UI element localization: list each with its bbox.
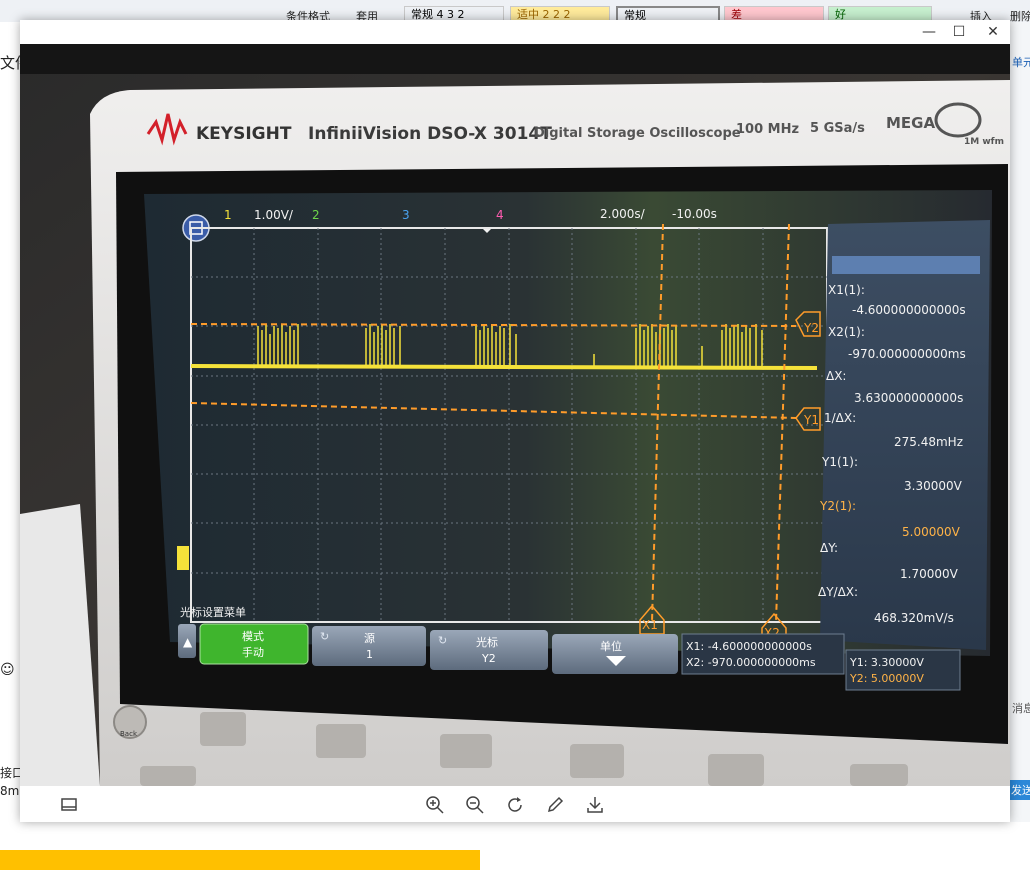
readout-x2: X2: -970.000000000ms [686,656,816,669]
cell-label: 单元 [1012,56,1030,69]
x1-label: X1(1): [828,283,865,297]
softkey-source-bottom: 1 [366,648,373,661]
scope-brand: KEYSIGHT [196,124,292,144]
minimize-button[interactable]: — [914,22,944,42]
oscilloscope-photo: KEYSIGHT InfiniiVision DSO-X 3014T Digit… [20,44,1010,786]
photo-top-shadow [20,44,1010,74]
scope-sample-rate: 5 GSa/s [810,121,865,136]
background-right: 单元 消息 发送 [1010,22,1030,822]
size-label: 8m [0,784,20,798]
download-icon[interactable] [584,794,606,816]
maximize-button[interactable]: ☐ [944,22,974,42]
x1-cursor-label: X1 [642,618,658,632]
ch3-label[interactable]: 3 [402,208,410,222]
hardkey-4[interactable] [570,744,624,778]
delta-y-over-delta-x-label: ΔY/ΔX: [818,585,858,599]
delta-y-value: 1.70000V [900,567,959,581]
time-offset: -10.00s [672,207,717,221]
readout-y1: Y1: 3.30000V [849,656,924,669]
y1-cursor-label: Y1 [803,413,819,427]
emoji-icon[interactable]: ☺ [0,662,15,678]
softkey-mode-bottom: 手动 [242,645,264,659]
ch1-scale: 1.00V/ [254,208,294,222]
y2-panel-value: 5.00000V [902,525,961,539]
softkey-source-top: 源 [364,631,375,645]
edit-pencil-icon[interactable] [544,794,566,816]
message-label: 消息 [1012,702,1030,715]
rotate-knob-icon: ↻ [438,634,447,647]
y1-panel-label: Y1(1): [821,455,858,469]
megazoom-logo: MEGA [886,114,935,132]
hardkey-3[interactable] [440,734,492,768]
zoom-in-icon[interactable] [424,794,446,816]
ch4-label[interactable]: 4 [496,208,504,222]
scope-description: Digital Storage Oscilloscope [534,126,741,141]
viewer-toolbar [20,786,1010,822]
ch1-label[interactable]: 1 [224,208,232,222]
back-button-label: Back [120,730,138,738]
delta-x-value: 3.630000000000s [854,391,963,405]
title-bar[interactable]: — ☐ ✕ [20,20,1010,44]
ch2-label[interactable]: 2 [312,208,320,222]
readout-x1: X1: -4.600000000000s [686,640,812,653]
image-viewer-window: — ☐ ✕ KEYSIGHT InfiniiVision DSO-X 3014T… [20,20,1010,822]
y2-cursor-label: Y2 [803,321,819,335]
delta-y-label: ΔY: [820,541,838,555]
x1-value: -4.600000000000s [852,303,966,317]
zoom-out-icon[interactable] [464,794,486,816]
scope-bandwidth: 100 MHz [736,122,799,137]
rotate-knob-icon: ↻ [320,630,329,643]
rotate-icon[interactable] [504,794,526,816]
readout-y2: Y2: 5.00000V [849,672,924,685]
up-arrow-icon: ▲ [183,635,193,649]
time-scale: 2.000s/ [600,207,646,221]
x2-label: X2(1): [828,325,865,339]
highlight-bar [0,850,480,870]
hardkey-5[interactable] [708,754,764,786]
ch1-trace-baseline [190,364,818,370]
hardkey-1[interactable] [200,712,246,746]
close-button[interactable]: ✕ [978,22,1008,42]
softkey-units-top: 单位 [600,639,622,653]
cursor-menu-title: 光标设置菜单 [180,605,246,619]
softkey-cursor-bottom: Y2 [481,652,496,665]
panel-header-bar [832,256,980,274]
delta-x-label: ΔX: [826,369,846,383]
thumbnail-icon[interactable] [58,794,80,816]
hardkey-2[interactable] [316,724,366,758]
megazoom-sub: 1M wfm [964,137,1004,147]
y2-panel-label: Y2(1): [819,499,856,513]
hardkey-6[interactable] [850,764,908,786]
background-left: 文件 ☺ 接口 8m [0,22,30,822]
softkey-mode-top: 模式 [242,630,264,643]
softkey-cursor-top: 光标 [476,635,498,649]
ch1-ground-marker-icon [177,546,189,570]
inverse-delta-x-label: 1/ΔX: [824,411,856,425]
hardkey-7[interactable] [140,766,196,786]
scope-model: InfiniiVision DSO-X 3014T [308,124,552,144]
inverse-delta-x-value: 275.48mHz [894,435,963,449]
y1-panel-value: 3.30000V [904,479,963,493]
delta-y-over-delta-x-value: 468.320mV/s [874,611,954,625]
send-button[interactable]: 发送 [1010,780,1030,800]
x2-value: -970.000000000ms [848,347,966,361]
